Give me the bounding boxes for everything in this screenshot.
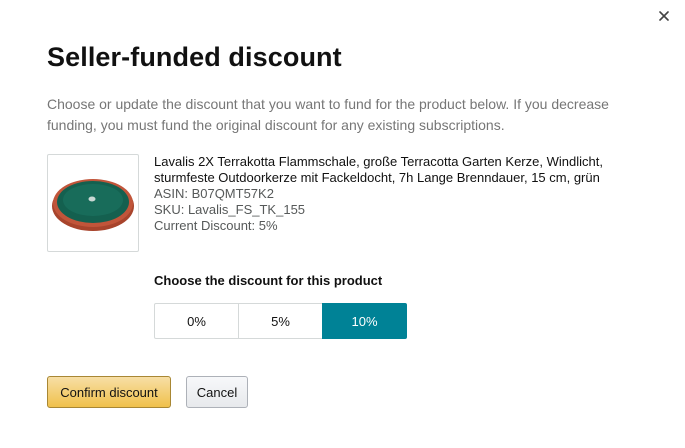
discount-option-group: 0% 5% 10% bbox=[154, 303, 407, 339]
discount-option-5[interactable]: 5% bbox=[238, 303, 323, 339]
dialog-title: Seller-funded discount bbox=[47, 42, 342, 72]
product-asin: ASIN: B07QMT57K2 bbox=[154, 186, 274, 201]
close-button[interactable] bbox=[656, 8, 672, 24]
discount-option-10[interactable]: 10% bbox=[322, 303, 407, 339]
product-thumbnail bbox=[52, 179, 134, 231]
discount-option-0[interactable]: 0% bbox=[154, 303, 239, 339]
discount-label: Choose the discount for this product bbox=[154, 273, 383, 288]
product-info: Lavalis 2X Terrakotta Flammschale, große… bbox=[154, 154, 614, 234]
cancel-button[interactable]: Cancel bbox=[186, 376, 248, 408]
product-current-discount: Current Discount: 5% bbox=[154, 218, 278, 233]
product-image bbox=[47, 154, 139, 252]
product-title: Lavalis 2X Terrakotta Flammschale, große… bbox=[154, 154, 603, 185]
confirm-discount-button[interactable]: Confirm discount bbox=[47, 376, 171, 408]
close-icon bbox=[659, 11, 669, 21]
dialog-description: Choose or update the discount that you w… bbox=[47, 96, 609, 133]
product-sku: SKU: Lavalis_FS_TK_155 bbox=[154, 202, 306, 217]
seller-funded-discount-dialog: Seller-funded discount Choose or update … bbox=[0, 0, 685, 448]
